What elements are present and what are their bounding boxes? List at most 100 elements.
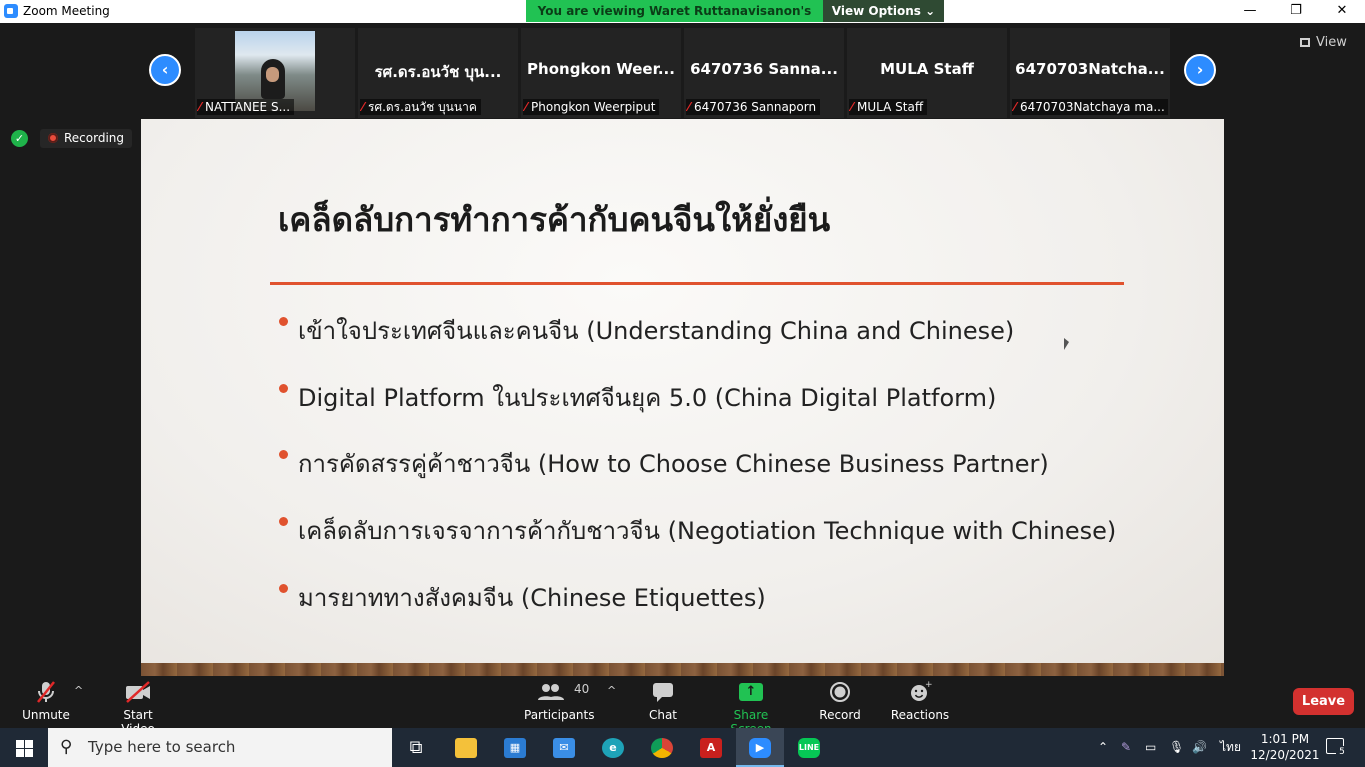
mail-icon: ✉ bbox=[553, 738, 575, 758]
taskbar-file-explorer[interactable] bbox=[442, 728, 490, 767]
bullet-dot-icon bbox=[279, 317, 288, 326]
chat-bubble-icon bbox=[640, 680, 686, 704]
minimize-button[interactable]: — bbox=[1227, 0, 1273, 23]
taskbar-store[interactable]: ▦ bbox=[491, 728, 539, 767]
slide-title: เคล็ดลับการทำการค้ากับคนจีนให้ยั่งยืน bbox=[278, 200, 831, 239]
input-language[interactable]: ไทย bbox=[1220, 728, 1241, 767]
gallery-prev-button[interactable]: ‹ bbox=[149, 54, 181, 86]
taskbar-mail[interactable]: ✉ bbox=[540, 728, 588, 767]
participant-tile[interactable]: 6470736 Sanna... ⁄ 6470736 Sannaporn bbox=[684, 28, 844, 118]
participant-name: รศ.ดร.อนวัช บุนนาค bbox=[368, 100, 477, 114]
zoom-app-icon bbox=[4, 4, 18, 18]
video-off-icon bbox=[106, 680, 170, 704]
slide-bullet-text: เคล็ดลับการเจรจาการค้ากับชาวจีน (Negotia… bbox=[298, 517, 1117, 546]
chat-button[interactable]: Chat bbox=[640, 680, 686, 722]
muted-mic-icon: ⁄ bbox=[525, 100, 528, 114]
slide-title-rule bbox=[270, 282, 1124, 285]
participant-tile[interactable]: MULA Staff ⁄ MULA Staff bbox=[847, 28, 1007, 118]
slide-bullet: การคัดสรรคู่ค้าชาวจีน (How to Choose Chi… bbox=[279, 444, 1116, 511]
participant-tile[interactable]: 6470703Natcha... ⁄ 6470703Natchaya ma... bbox=[1010, 28, 1170, 118]
taskbar-chrome[interactable] bbox=[638, 728, 686, 767]
taskbar-line[interactable]: LINE bbox=[785, 728, 833, 767]
store-icon: ▦ bbox=[504, 738, 526, 758]
muted-mic-icon: ⁄ bbox=[688, 100, 691, 114]
slide-bullet: เคล็ดลับการเจรจาการค้ากับชาวจีน (Negotia… bbox=[279, 511, 1116, 578]
chevron-down-icon: ⌄ bbox=[925, 4, 936, 18]
window-titlebar: Zoom Meeting You are viewing Waret Rutta… bbox=[0, 0, 1365, 40]
recording-indicator[interactable]: Recording bbox=[40, 129, 133, 148]
leave-button[interactable]: Leave bbox=[1293, 688, 1354, 715]
taskbar-search-box[interactable]: ⚲ Type here to search bbox=[48, 728, 392, 767]
task-view-button[interactable]: ⧉ bbox=[392, 728, 440, 767]
slide-bullet: Digital Platform ในประเทศจีนยุค 5.0 (Chi… bbox=[279, 378, 1116, 445]
zoom-icon: ▶ bbox=[749, 738, 771, 758]
slide-bullet: เข้าใจประเทศจีนและคนจีน (Understanding C… bbox=[279, 311, 1116, 378]
grid-view-icon bbox=[1300, 38, 1310, 47]
muted-mic-icon: ⁄ bbox=[199, 100, 202, 114]
participant-display-name: 6470703Natcha... bbox=[1015, 60, 1165, 78]
bullet-dot-icon bbox=[279, 517, 288, 527]
notification-count: 5 bbox=[1336, 746, 1348, 758]
windows-logo-icon bbox=[16, 740, 24, 748]
participant-label: ⁄ 6470736 Sannaporn bbox=[686, 99, 821, 115]
participant-label: ⁄ NATTANEE S... bbox=[197, 99, 295, 115]
audio-options-caret-icon[interactable]: ^ bbox=[74, 684, 83, 697]
volume-icon[interactable]: 🔊 bbox=[1192, 728, 1207, 767]
view-options-button[interactable]: View Options ⌄ bbox=[823, 0, 944, 22]
participant-tile[interactable]: Phongkon Weer... ⁄ Phongkon Weerpiput bbox=[521, 28, 681, 118]
restore-button[interactable]: ❐ bbox=[1273, 0, 1319, 23]
meeting-stage: ‹ ⁄ NATTANEE S... รศ.ดร.อนวัช บุน... ⁄ รศ.… bbox=[0, 23, 1365, 676]
windows-taskbar: ⚲ Type here to search ⧉ ▦ ✉ e A ▶ LINE ⌃… bbox=[0, 728, 1365, 767]
slide-bullet: มารยาททางสังคมจีน (Chinese Etiquettes) bbox=[279, 578, 1116, 645]
search-icon: ⚲ bbox=[60, 737, 73, 757]
share-screen-icon: ↑ bbox=[739, 683, 763, 701]
taskbar-acrobat[interactable]: A bbox=[687, 728, 735, 767]
chevron-right-icon: › bbox=[1196, 60, 1204, 79]
participants-options-caret-icon[interactable]: ^ bbox=[607, 684, 616, 697]
clock-time: 1:01 PM bbox=[1260, 732, 1310, 746]
taskbar-zoom[interactable]: ▶ bbox=[736, 728, 784, 767]
view-options-label: View Options bbox=[831, 4, 921, 18]
microphone-icon[interactable]: 🎙 bbox=[1169, 728, 1184, 767]
participant-name: NATTANEE S... bbox=[205, 100, 291, 114]
line-icon: LINE bbox=[798, 738, 820, 758]
unmute-button[interactable]: Unmute bbox=[20, 680, 72, 722]
screen-share-banner: You are viewing Waret Ruttanavisanon's s… bbox=[526, 0, 823, 40]
show-hidden-icons-icon[interactable]: ⌃ bbox=[1098, 728, 1108, 767]
slide-bullet-text: เข้าใจประเทศจีนและคนจีน (Understanding C… bbox=[298, 317, 1015, 345]
svg-text:+: + bbox=[925, 680, 932, 690]
windows-logo-icon bbox=[25, 740, 33, 748]
recording-label: Recording bbox=[64, 131, 125, 145]
gallery-next-button[interactable]: › bbox=[1184, 54, 1216, 86]
close-button[interactable]: ✕ bbox=[1319, 0, 1365, 23]
view-label: View bbox=[1316, 35, 1347, 50]
start-button[interactable] bbox=[0, 728, 48, 767]
participant-display-name: 6470736 Sanna... bbox=[690, 60, 838, 78]
record-label: Record bbox=[819, 708, 861, 722]
network-icon[interactable]: ▭ bbox=[1145, 728, 1156, 767]
record-button[interactable]: Record bbox=[816, 680, 864, 722]
participant-tile[interactable]: รศ.ดร.อนวัช บุน... ⁄ รศ.ดร.อนวัช บุนนาค bbox=[358, 28, 518, 118]
record-icon bbox=[816, 680, 864, 704]
chat-label: Chat bbox=[648, 708, 678, 722]
participant-display-name: MULA Staff bbox=[880, 60, 974, 78]
windows-logo-icon bbox=[16, 749, 24, 757]
clock-date: 12/20/2021 bbox=[1250, 748, 1320, 762]
reactions-button[interactable]: + Reactions bbox=[890, 680, 950, 722]
pen-icon[interactable]: ✎ bbox=[1121, 728, 1131, 767]
participant-name: 6470736 Sannaporn bbox=[694, 100, 817, 114]
search-placeholder: Type here to search bbox=[88, 738, 236, 756]
reactions-label: Reactions bbox=[890, 708, 950, 722]
participant-tile[interactable]: ⁄ NATTANEE S... bbox=[195, 28, 355, 118]
participant-label: ⁄ 6470703Natchaya ma... bbox=[1012, 99, 1168, 115]
taskbar-edge[interactable]: e bbox=[589, 728, 637, 767]
participant-name: MULA Staff bbox=[857, 100, 924, 114]
slide-bullet-text: การคัดสรรคู่ค้าชาวจีน (How to Choose Chi… bbox=[298, 450, 1049, 479]
encryption-shield-icon[interactable]: ✓ bbox=[11, 130, 28, 147]
person-face bbox=[266, 67, 279, 82]
mouse-cursor-icon bbox=[1064, 338, 1069, 350]
view-layout-button[interactable]: View bbox=[1300, 33, 1360, 53]
taskbar-clock[interactable]: 1:01 PM 12/20/2021 bbox=[1246, 731, 1324, 763]
participant-label: ⁄ MULA Staff bbox=[849, 99, 928, 115]
muted-mic-icon: ⁄ bbox=[362, 100, 365, 114]
